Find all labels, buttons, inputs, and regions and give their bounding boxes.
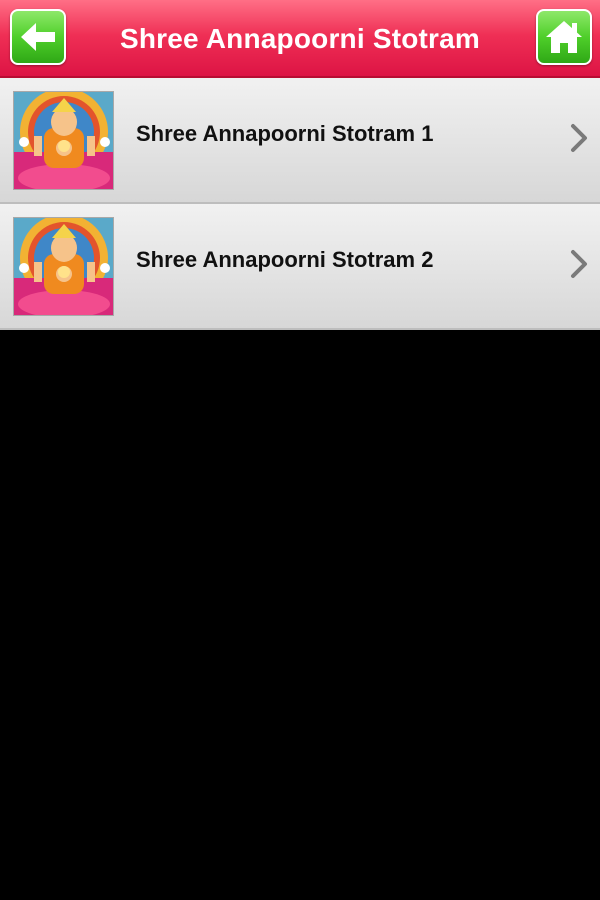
list-item-label: Shree Annapoorni Stotram 2 bbox=[136, 247, 434, 272]
page-title: Shree Annapoorni Stotram bbox=[119, 23, 481, 54]
stotram-list: Shree Annapoorni Stotram 1 Shree Annapoo… bbox=[0, 78, 600, 330]
list-item[interactable]: Shree Annapoorni Stotram 1 bbox=[0, 78, 600, 204]
chevron-right-icon bbox=[571, 124, 587, 152]
home-button[interactable] bbox=[536, 9, 592, 65]
annapoorni-image bbox=[13, 217, 114, 316]
annapoorni-image bbox=[13, 91, 114, 190]
list-item[interactable]: Shree Annapoorni Stotram 2 bbox=[0, 204, 600, 330]
arrow-left-icon bbox=[21, 23, 55, 51]
app-screen: Shree Annapoorni Stotram Shree Annapoorn… bbox=[0, 0, 600, 900]
chevron-right-icon bbox=[571, 250, 587, 278]
title-bar: Shree Annapoorni Stotram bbox=[0, 0, 600, 78]
home-icon bbox=[546, 21, 582, 53]
back-button[interactable] bbox=[10, 9, 66, 65]
list-item-label: Shree Annapoorni Stotram 1 bbox=[136, 121, 434, 146]
